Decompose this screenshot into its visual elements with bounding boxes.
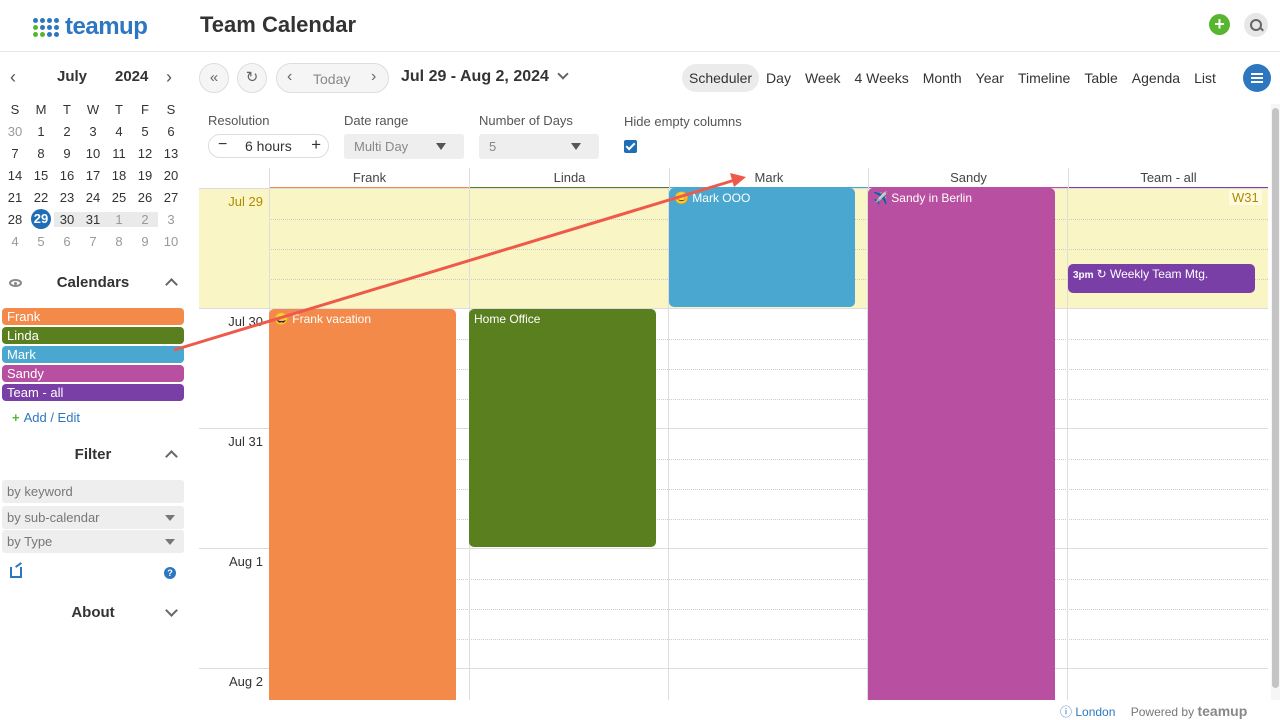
powered-by-label: Powered by [1130, 705, 1195, 719]
footer: ⓘ London Powered by teamup [1060, 703, 1247, 720]
arrow-head [730, 173, 746, 187]
vertical-scrollbar[interactable] [1271, 104, 1280, 700]
footer-brand[interactable]: teamup [1197, 703, 1247, 719]
arrow-line [173, 178, 736, 352]
timezone-link[interactable]: ⓘ London [1060, 705, 1115, 719]
annotation-arrow [173, 173, 746, 352]
timezone-label: London [1075, 705, 1116, 719]
scrollbar-thumb[interactable] [1272, 108, 1279, 688]
